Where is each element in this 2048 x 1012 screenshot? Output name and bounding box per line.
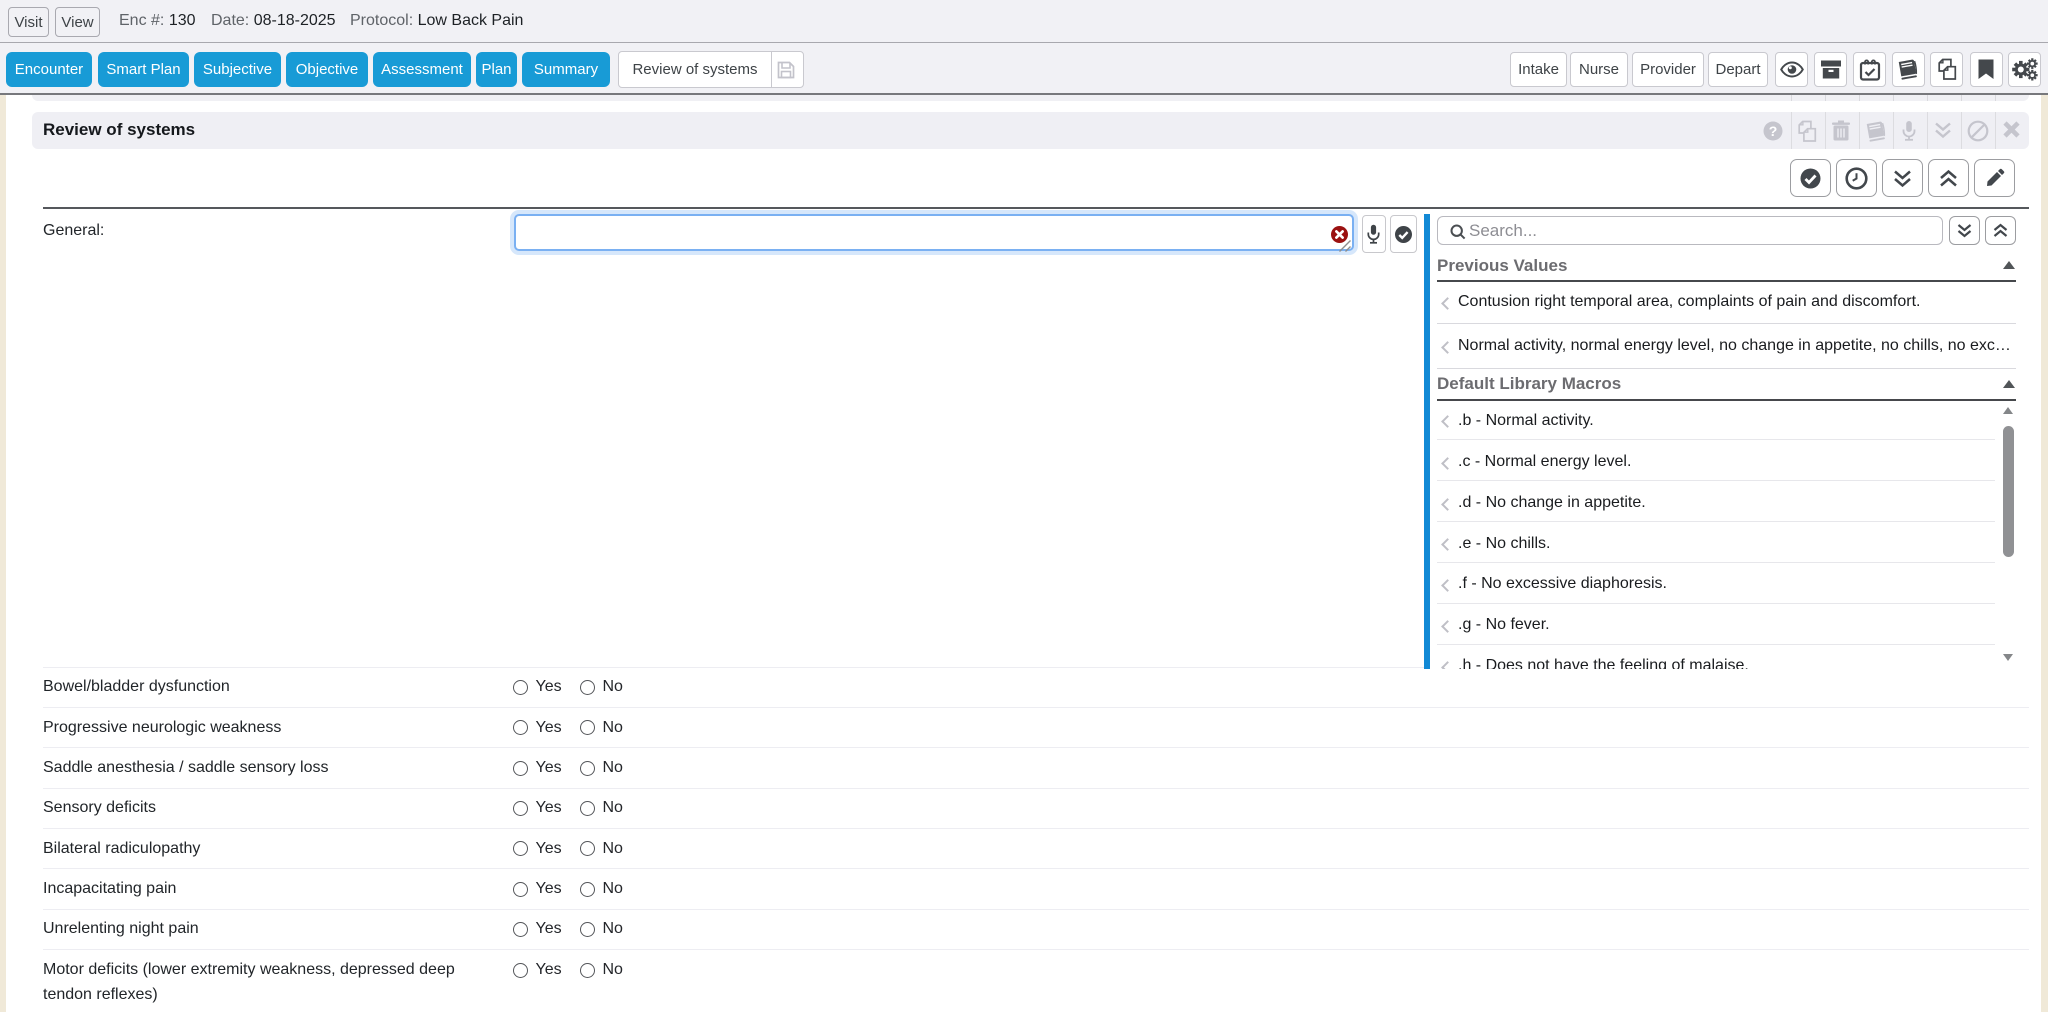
svg-text:?: ?: [1769, 123, 1778, 139]
